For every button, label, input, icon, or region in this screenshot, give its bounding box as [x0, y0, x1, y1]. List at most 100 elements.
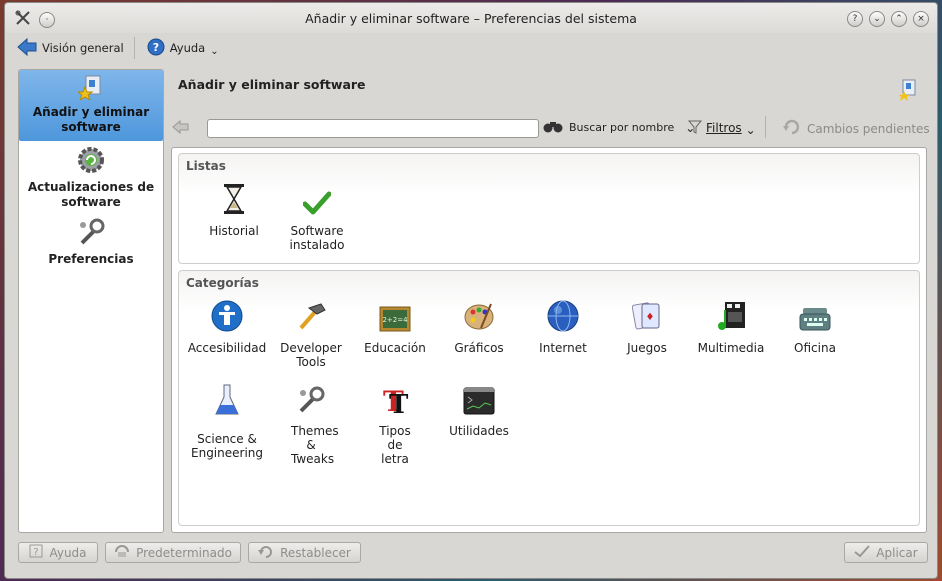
reset-button[interactable]: Restablecer [248, 542, 361, 563]
category-label: Juegos [627, 341, 667, 355]
apply-button-label: Aplicar [876, 545, 918, 560]
category-internet[interactable]: Internet [521, 299, 605, 355]
help-menu-button[interactable]: ? Ayuda ⌄ [147, 38, 219, 59]
chevron-down-icon: ⌄ [210, 45, 219, 57]
accessibility-icon [211, 300, 243, 335]
toolbar-separator [133, 37, 135, 59]
globe-icon [547, 300, 579, 335]
list-item-label: Historial [209, 224, 259, 238]
category-label: Multimedia [697, 341, 765, 355]
window-close-button[interactable]: × [913, 11, 929, 27]
category-label: Educación [364, 341, 426, 355]
help-icon: ? [29, 544, 43, 561]
toolbar-separator [765, 116, 766, 138]
filters-label: Filtros [706, 121, 742, 135]
window-maximize-button[interactable]: ⌃ [891, 11, 907, 27]
app-window: · Añadir y eliminar software – Preferenc… [4, 2, 938, 579]
filters-menu-button[interactable]: Filtros ⌄ [687, 119, 756, 137]
help-icon: ? [147, 38, 165, 59]
back-arrow-icon[interactable] [172, 119, 190, 137]
content-panel: Listas Historial Software instalado Cate… [171, 147, 927, 533]
help-button-label: Ayuda [49, 545, 87, 560]
category-themes[interactable]: Themes & Tweaks [269, 382, 353, 466]
defaults-button-label: Predeterminado [136, 545, 232, 560]
categories-heading: Categorías [186, 276, 259, 290]
tools-icon [296, 385, 326, 418]
category-label: Gráficos [454, 341, 504, 355]
palette-icon [463, 300, 495, 335]
page-title: Añadir y eliminar software [178, 77, 366, 92]
search-input[interactable] [207, 119, 539, 138]
sidebar-item-label: Actualizaciones de software [27, 180, 155, 209]
fonts-icon: TT [379, 383, 411, 420]
list-item-installed[interactable]: Software instalado [275, 182, 359, 252]
category-accessibility[interactable]: Accesibilidad [185, 299, 269, 355]
sidebar-item-preferences[interactable]: Preferencias [19, 213, 163, 271]
svg-text:?: ? [152, 41, 158, 54]
svg-text:T: T [389, 390, 409, 415]
lists-heading: Listas [186, 159, 226, 173]
category-multimedia[interactable]: Multimedia [689, 299, 773, 355]
category-label: Science & Engineering [191, 432, 263, 460]
category-games[interactable]: ♦ Juegos [605, 299, 689, 355]
category-fonts[interactable]: TT Tipos de letra [353, 382, 437, 466]
overview-button[interactable]: Visión general [17, 37, 124, 59]
defaults-button[interactable]: Predeterminado [105, 542, 241, 563]
flask-icon [214, 383, 240, 420]
main-toolbar: Visión general ? Ayuda ⌄ [5, 33, 937, 63]
binoculars-icon [542, 119, 564, 136]
category-graphics[interactable]: Gráficos [437, 299, 521, 355]
category-science[interactable]: Science & Engineering [185, 382, 269, 460]
apply-button[interactable]: Aplicar [844, 542, 928, 563]
overview-label: Visión general [42, 41, 124, 55]
help-label: Ayuda [169, 41, 206, 55]
list-item-history[interactable]: Historial [192, 182, 276, 238]
reset-button-label: Restablecer [280, 545, 351, 560]
category-label: Developer Tools [280, 341, 342, 369]
svg-text:♦: ♦ [646, 312, 655, 323]
hammer-icon [295, 300, 327, 335]
sidebar-item-label: Preferencias [48, 252, 134, 266]
defaults-icon [114, 544, 130, 561]
category-label: Themes & Tweaks [291, 424, 339, 466]
title-bar: · Añadir y eliminar software – Preferenc… [5, 3, 937, 33]
window-help-button[interactable]: ? [847, 11, 863, 27]
help-button[interactable]: ? Ayuda [18, 542, 98, 563]
list-item-label: Software instalado [289, 224, 345, 252]
categories-group: Categorías Accesibilidad Developer Tools… [178, 270, 920, 526]
software-package-icon [899, 79, 919, 104]
cards-icon: ♦ [631, 300, 662, 335]
sidebar-item-label: Añadir y eliminar software [32, 105, 150, 134]
wrench-preferences-icon [76, 217, 106, 250]
find-label: Buscar por nombre [569, 121, 675, 134]
category-office[interactable]: Oficina [773, 299, 857, 355]
terminal-icon [463, 387, 495, 418]
svg-text:2+2=4: 2+2=4 [382, 316, 408, 324]
pending-label: Cambios pendientes [807, 121, 930, 136]
find-by-name-button[interactable]: Buscar por nombre ⌄ [542, 119, 695, 136]
category-developer-tools[interactable]: Developer Tools [269, 299, 353, 369]
reset-icon [258, 544, 274, 561]
category-utilities[interactable]: Utilidades [437, 382, 521, 438]
software-package-icon [76, 74, 104, 103]
update-gear-icon [76, 145, 106, 178]
window-title: Añadir y eliminar software – Preferencia… [305, 11, 637, 26]
pending-changes-button[interactable]: Cambios pendientes [783, 119, 930, 138]
category-label: Utilidades [449, 424, 509, 438]
window-minimize-button[interactable]: ⌄ [869, 11, 885, 27]
category-label: Accesibilidad [187, 341, 267, 355]
sidebar-item-add-remove[interactable]: Añadir y eliminar software [19, 70, 163, 141]
typewriter-icon [799, 306, 831, 335]
checkmark-icon [854, 544, 871, 561]
chevron-down-icon: ⌄ [745, 123, 756, 137]
multimedia-icon [715, 300, 747, 335]
refresh-icon [783, 119, 801, 138]
lists-group: Listas Historial Software instalado [178, 153, 920, 264]
category-education[interactable]: 2+2=4 Educación [353, 299, 437, 355]
category-label: Tipos de letra [379, 424, 411, 466]
funnel-icon [687, 120, 703, 137]
sidebar: Añadir y eliminar software Actualizacion… [18, 69, 164, 533]
category-label: Internet [539, 341, 587, 355]
svg-text:?: ? [34, 547, 39, 558]
sidebar-item-updates[interactable]: Actualizaciones de software [19, 141, 163, 213]
